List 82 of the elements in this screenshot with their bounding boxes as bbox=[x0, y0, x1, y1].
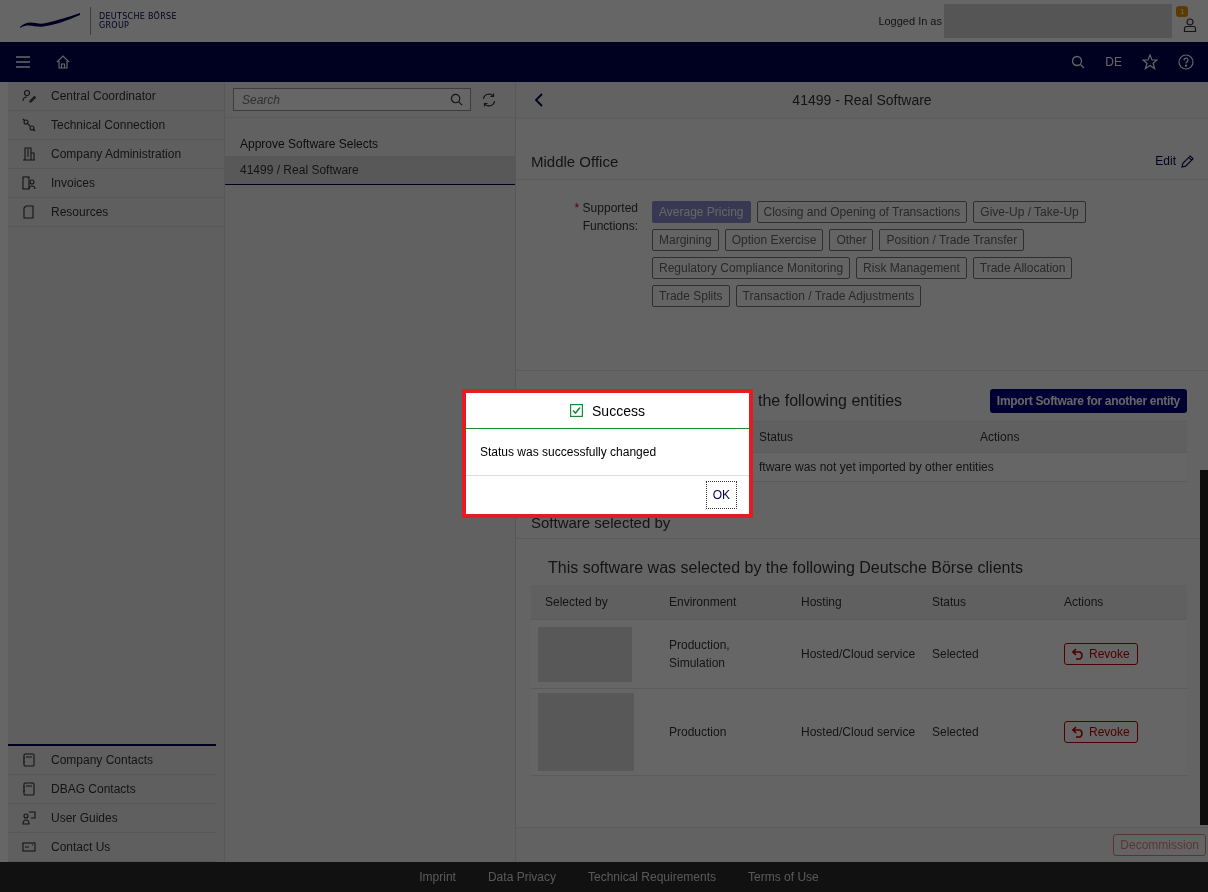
language-button[interactable]: DE bbox=[1105, 55, 1122, 69]
column-header: Status bbox=[759, 430, 794, 444]
empty-message: ftware was not yet imported by other entities bbox=[759, 460, 994, 474]
dialog-title: Success bbox=[592, 402, 645, 419]
menu-icon[interactable] bbox=[16, 56, 30, 68]
pencil-icon bbox=[1181, 154, 1194, 168]
section-subtitle: the following entities bbox=[758, 392, 903, 410]
building-icon bbox=[22, 147, 36, 161]
table-cell-text: Selected bbox=[932, 647, 980, 661]
function-tag[interactable]: Closing and Opening of Transactions bbox=[756, 201, 968, 223]
column-header: Environment bbox=[669, 594, 738, 611]
user-icon[interactable] bbox=[1183, 18, 1197, 32]
revoke-button[interactable]: Revoke bbox=[1064, 721, 1138, 743]
search-icon[interactable] bbox=[1071, 55, 1086, 69]
revoke-button[interactable]: Revoke bbox=[1064, 643, 1138, 665]
logo-text: DEUTSCHE BÖRSE bbox=[99, 12, 177, 21]
table-cell-text: Production bbox=[669, 724, 728, 741]
logo-wave-icon bbox=[18, 12, 82, 30]
link-icon bbox=[22, 118, 36, 132]
function-tag[interactable]: Trade Allocation bbox=[972, 257, 1073, 279]
column-header: Actions bbox=[1064, 595, 1105, 609]
edit-button[interactable]: Edit bbox=[1155, 154, 1194, 168]
footer-link[interactable]: Terms of Use bbox=[748, 870, 819, 884]
notification-badge: 1 bbox=[1176, 6, 1189, 17]
table-cell-text: Hosted/Cloud service bbox=[801, 725, 917, 739]
section-subtitle: This software was selected by the following Deutsche Börse clients bbox=[547, 558, 1024, 578]
search-icon bbox=[450, 93, 463, 106]
star-icon[interactable] bbox=[1142, 54, 1158, 70]
column-header: Actions bbox=[980, 430, 1020, 444]
section-title: Software selected by bbox=[531, 513, 671, 531]
home-icon[interactable] bbox=[56, 55, 70, 69]
function-tag[interactable]: Transaction / Trade Adjustments bbox=[735, 285, 922, 307]
sidebar-item[interactable]: DBAG Contacts bbox=[8, 775, 216, 804]
function-tag[interactable]: Give-Up / Take-Up bbox=[973, 201, 1086, 223]
person-book-icon bbox=[22, 811, 36, 825]
table-cell-text: Production, Simulation bbox=[669, 637, 731, 672]
sidebar-item[interactable]: User Guides bbox=[8, 804, 216, 833]
card-icon bbox=[22, 840, 36, 854]
function-tag[interactable]: Risk Management bbox=[856, 257, 967, 279]
column-header: Hosting bbox=[801, 595, 843, 609]
undo-icon bbox=[1072, 726, 1085, 738]
footer-link[interactable]: Data Privacy bbox=[487, 870, 556, 884]
function-tag[interactable]: Position / Trade Transfer bbox=[879, 229, 1025, 251]
field-label: Supported Functions: bbox=[582, 201, 638, 233]
page-title: 41499 - Real Software bbox=[791, 92, 933, 108]
back-icon[interactable] bbox=[534, 93, 544, 107]
function-tag[interactable]: Margining bbox=[652, 229, 719, 251]
document-icon bbox=[22, 205, 36, 219]
checkbox-icon bbox=[570, 404, 584, 417]
undo-icon bbox=[1072, 648, 1085, 660]
invoice-icon bbox=[22, 176, 36, 190]
footer-link[interactable]: Imprint bbox=[419, 870, 456, 884]
sidebar-item[interactable]: Technical Connection bbox=[8, 111, 224, 140]
required-mark: * bbox=[574, 201, 580, 215]
group-title: Approve Software Selects bbox=[239, 136, 380, 153]
logged-in-label: Logged In as bbox=[878, 15, 942, 27]
function-tag[interactable]: Regulatory Compliance Monitoring bbox=[652, 257, 851, 279]
sidebar-item[interactable]: Company Administration bbox=[8, 140, 224, 169]
column-header: Status bbox=[932, 595, 968, 609]
person-pen-icon bbox=[22, 89, 36, 103]
import-button[interactable]: Import Software for another entity bbox=[989, 389, 1187, 413]
refresh-icon[interactable] bbox=[481, 91, 497, 108]
scrollbar[interactable] bbox=[1200, 470, 1208, 825]
ok-button[interactable]: OK bbox=[705, 481, 737, 509]
section-title: Middle Office bbox=[531, 152, 619, 170]
table-cell-text: Selected bbox=[932, 725, 980, 739]
sidebar-item[interactable]: Resources bbox=[8, 198, 224, 227]
function-tag[interactable]: Option Exercise bbox=[724, 229, 824, 251]
list-item[interactable]: 41499 / Real Software bbox=[225, 156, 515, 185]
notebook-icon bbox=[22, 782, 36, 796]
help-icon[interactable] bbox=[1178, 54, 1194, 70]
notebook-icon bbox=[22, 753, 36, 767]
sidebar-item[interactable]: Company Contacts bbox=[8, 746, 216, 775]
logo-subtext: GROUP bbox=[99, 21, 131, 30]
table-cell-text: Hosted/Cloud service bbox=[801, 647, 917, 661]
function-tag[interactable]: Other bbox=[829, 229, 874, 251]
sidebar-item[interactable]: Invoices bbox=[8, 169, 224, 198]
sidebar-item[interactable]: Central Coordinator bbox=[8, 82, 224, 111]
footer-link[interactable]: Technical Requirements bbox=[588, 870, 717, 884]
column-header: Selected by bbox=[545, 595, 609, 609]
function-tag[interactable]: Trade Splits bbox=[652, 285, 730, 307]
dialog-message: Status was successfully changed bbox=[466, 429, 749, 476]
